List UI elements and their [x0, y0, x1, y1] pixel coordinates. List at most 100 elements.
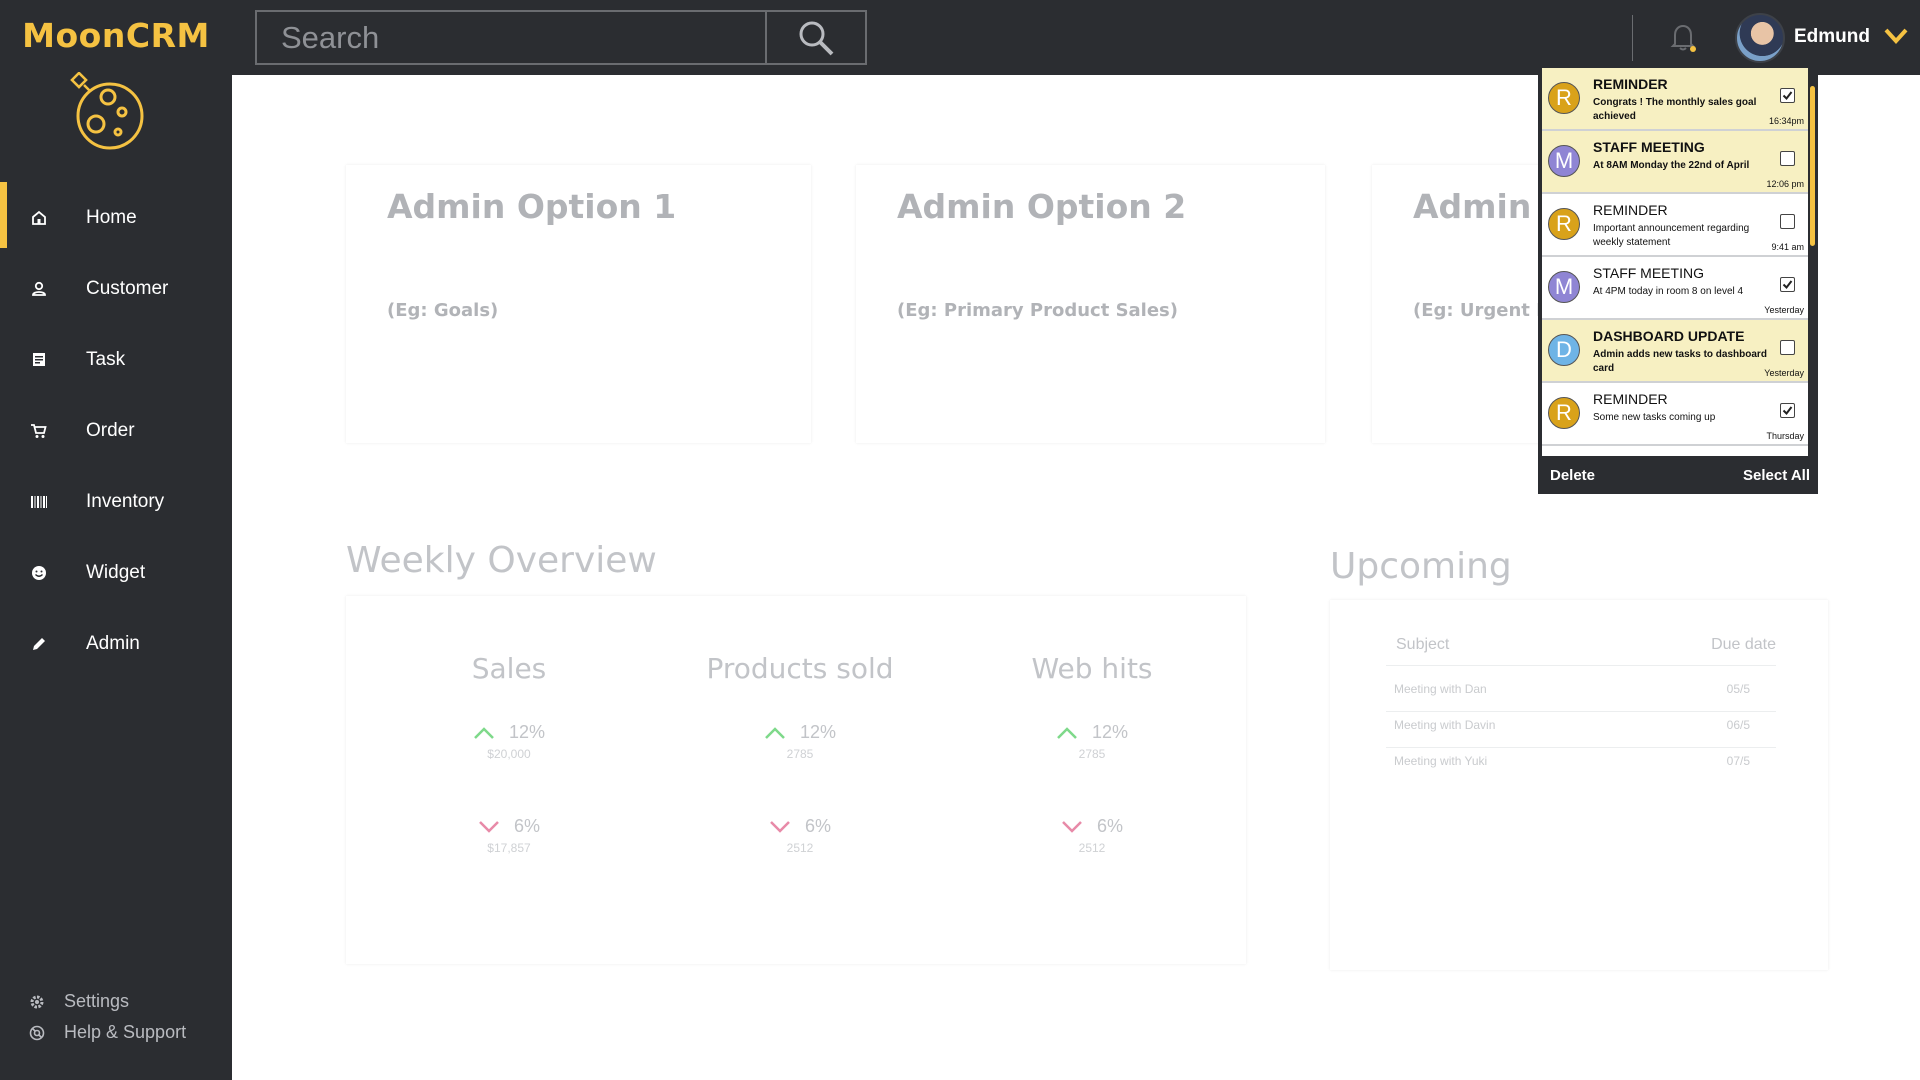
- task-icon: [28, 349, 50, 371]
- checkmark-icon: [1782, 406, 1793, 416]
- notification-message: Important announcement regarding weekly …: [1593, 223, 1750, 248]
- notifications-scrollbar[interactable]: [1810, 86, 1815, 246]
- notification-title: STAFF MEETING: [1593, 265, 1704, 281]
- sidebar-item-admin[interactable]: Admin: [0, 608, 232, 679]
- arrow-down-icon: [1062, 820, 1082, 833]
- gear-icon: [28, 993, 46, 1011]
- stat-up: 12% 2785: [680, 722, 920, 761]
- notification-checkbox[interactable]: [1780, 277, 1795, 292]
- notification-item[interactable]: R REMINDER Important announcement regard…: [1542, 194, 1808, 257]
- notification-title: REMINDER: [1593, 202, 1668, 218]
- stat-percent: 6%: [804, 816, 831, 836]
- help-support-label: Help & Support: [64, 1022, 187, 1042]
- notification-item[interactable]: M STAFF MEETING At 4PM today in room 8 o…: [1542, 257, 1808, 320]
- notification-time: Thursday: [1766, 431, 1804, 441]
- user-icon: [28, 278, 50, 300]
- arrow-down-icon: [770, 820, 790, 833]
- sidebar-item-label: Widget: [86, 561, 146, 583]
- stat-value: 2512: [786, 840, 814, 855]
- username[interactable]: Edmund: [1794, 26, 1870, 48]
- avatar[interactable]: [1735, 13, 1785, 63]
- notification-item[interactable]: R REMINDER Congrats ! The monthly sales …: [1542, 68, 1808, 131]
- app-name: MoonCRM: [22, 16, 210, 55]
- sidebar-item-widget[interactable]: Widget: [0, 537, 232, 608]
- notification-item[interactable]: R REMINDER Some new tasks coming up Thur…: [1542, 383, 1808, 446]
- moon-logo-icon: [70, 72, 144, 150]
- notifications-dropdown: R REMINDER Congrats ! The monthly sales …: [1538, 64, 1818, 494]
- notification-checkbox[interactable]: [1780, 340, 1795, 355]
- stat-percent: 6%: [513, 816, 540, 836]
- table-row[interactable]: Meeting with Yuki 07/5: [1386, 748, 1776, 784]
- card-subtitle: (Eg: Primary Product Sales): [897, 300, 1178, 321]
- card-subtitle: (Eg: Goals): [387, 300, 499, 321]
- col-due-date: Due date: [1711, 636, 1776, 653]
- card-title: Admin Option 2: [897, 187, 1187, 226]
- notification-title: REMINDER: [1593, 391, 1668, 407]
- settings-link[interactable]: Settings: [28, 986, 186, 1017]
- upcoming-card: Subject Due date Meeting with Dan 05/5 M…: [1330, 600, 1828, 970]
- notification-time: 16:34pm: [1768, 116, 1804, 126]
- sidebar-item-customer[interactable]: Customer: [0, 253, 232, 324]
- metric-title: Products sold: [706, 652, 894, 685]
- stat-down: 6% 2512: [680, 816, 920, 855]
- notification-message: Admin adds new tasks to dashboard card: [1593, 349, 1767, 374]
- notification-checkbox[interactable]: [1780, 151, 1795, 166]
- notification-item[interactable]: D DASHBOARD UPDATE Admin adds new tasks …: [1542, 320, 1808, 383]
- notification-avatar: M: [1548, 271, 1580, 303]
- row-subject: Meeting with Dan: [1394, 682, 1487, 696]
- sidebar-item-inventory[interactable]: Inventory: [0, 466, 232, 537]
- sidebar-item-label: Inventory: [86, 490, 165, 512]
- help-support-link[interactable]: Help & Support: [28, 1017, 186, 1048]
- notification-checkbox[interactable]: [1780, 214, 1795, 229]
- card-title: Admin O: [1413, 187, 1542, 226]
- sidebar-nav: Home Customer Task Order Inventory Widge…: [0, 182, 232, 679]
- sidebar-item-order[interactable]: Order: [0, 395, 232, 466]
- row-due: 05/5: [1726, 682, 1750, 696]
- sidebar-item-task[interactable]: Task: [0, 324, 232, 395]
- notification-message: At 4PM today in room 8 on level 4: [1593, 286, 1744, 297]
- table-row[interactable]: Meeting with Davin 06/5: [1386, 712, 1776, 748]
- notification-checkbox[interactable]: [1780, 88, 1795, 103]
- bell-icon[interactable]: [1666, 20, 1700, 54]
- stat-up: 12% $20,000: [389, 722, 629, 761]
- sidebar-item-label: Home: [86, 206, 137, 228]
- notification-avatar: R: [1548, 208, 1580, 240]
- chevron-down-icon[interactable]: [1883, 26, 1909, 46]
- admin-card-3[interactable]: Admin O (Eg: Urgent No: [1372, 165, 1542, 443]
- weekly-overview-card: Sales 12% $20,000 6% $17,857 Products so…: [346, 596, 1246, 964]
- weekly-overview-title: Weekly Overview: [346, 540, 657, 581]
- table-row[interactable]: Meeting with Dan 05/5: [1386, 676, 1776, 712]
- sidebar-item-label: Customer: [86, 277, 169, 299]
- arrow-up-icon: [765, 726, 785, 739]
- metric-title: Sales: [471, 652, 547, 685]
- card-title: Admin Option 1: [387, 187, 677, 226]
- notification-time: Yesterday: [1764, 368, 1804, 378]
- delete-button[interactable]: Delete: [1550, 467, 1595, 484]
- search-button[interactable]: [765, 10, 867, 65]
- stat-up: 12% 2785: [972, 722, 1212, 761]
- admin-card-2[interactable]: Admin Option 2 (Eg: Primary Product Sale…: [856, 165, 1325, 443]
- notification-time: 9:41 am: [1771, 242, 1804, 252]
- metric-web-hits: Web hits: [972, 652, 1212, 685]
- sidebar-item-home[interactable]: Home: [0, 182, 232, 253]
- select-all-button[interactable]: Select All: [1743, 467, 1810, 484]
- upcoming-title: Upcoming: [1330, 546, 1512, 587]
- stat-down: 6% $17,857: [389, 816, 629, 855]
- notification-checkbox[interactable]: [1780, 403, 1795, 418]
- notification-item[interactable]: M STAFF MEETING At 8AM Monday the 22nd o…: [1542, 131, 1808, 194]
- metric-products-sold: Products sold: [680, 652, 920, 685]
- stat-down: 6% 2512: [972, 816, 1212, 855]
- notification-time: Yesterday: [1764, 305, 1804, 315]
- notifications-footer: Delete Select All: [1540, 458, 1816, 492]
- search-input[interactable]: [281, 19, 741, 56]
- row-subject: Meeting with Yuki: [1394, 754, 1488, 768]
- row-due: 06/5: [1726, 718, 1750, 732]
- search-box: [255, 10, 767, 65]
- stat-value: 2785: [786, 746, 814, 761]
- stat-percent: 12%: [799, 722, 837, 742]
- stat-percent: 12%: [1091, 722, 1129, 742]
- stat-percent: 12%: [508, 722, 546, 742]
- sidebar-bottom: Settings Help & Support: [28, 986, 186, 1048]
- admin-card-1[interactable]: Admin Option 1 (Eg: Goals): [346, 165, 811, 443]
- arrow-up-icon: [1057, 726, 1077, 739]
